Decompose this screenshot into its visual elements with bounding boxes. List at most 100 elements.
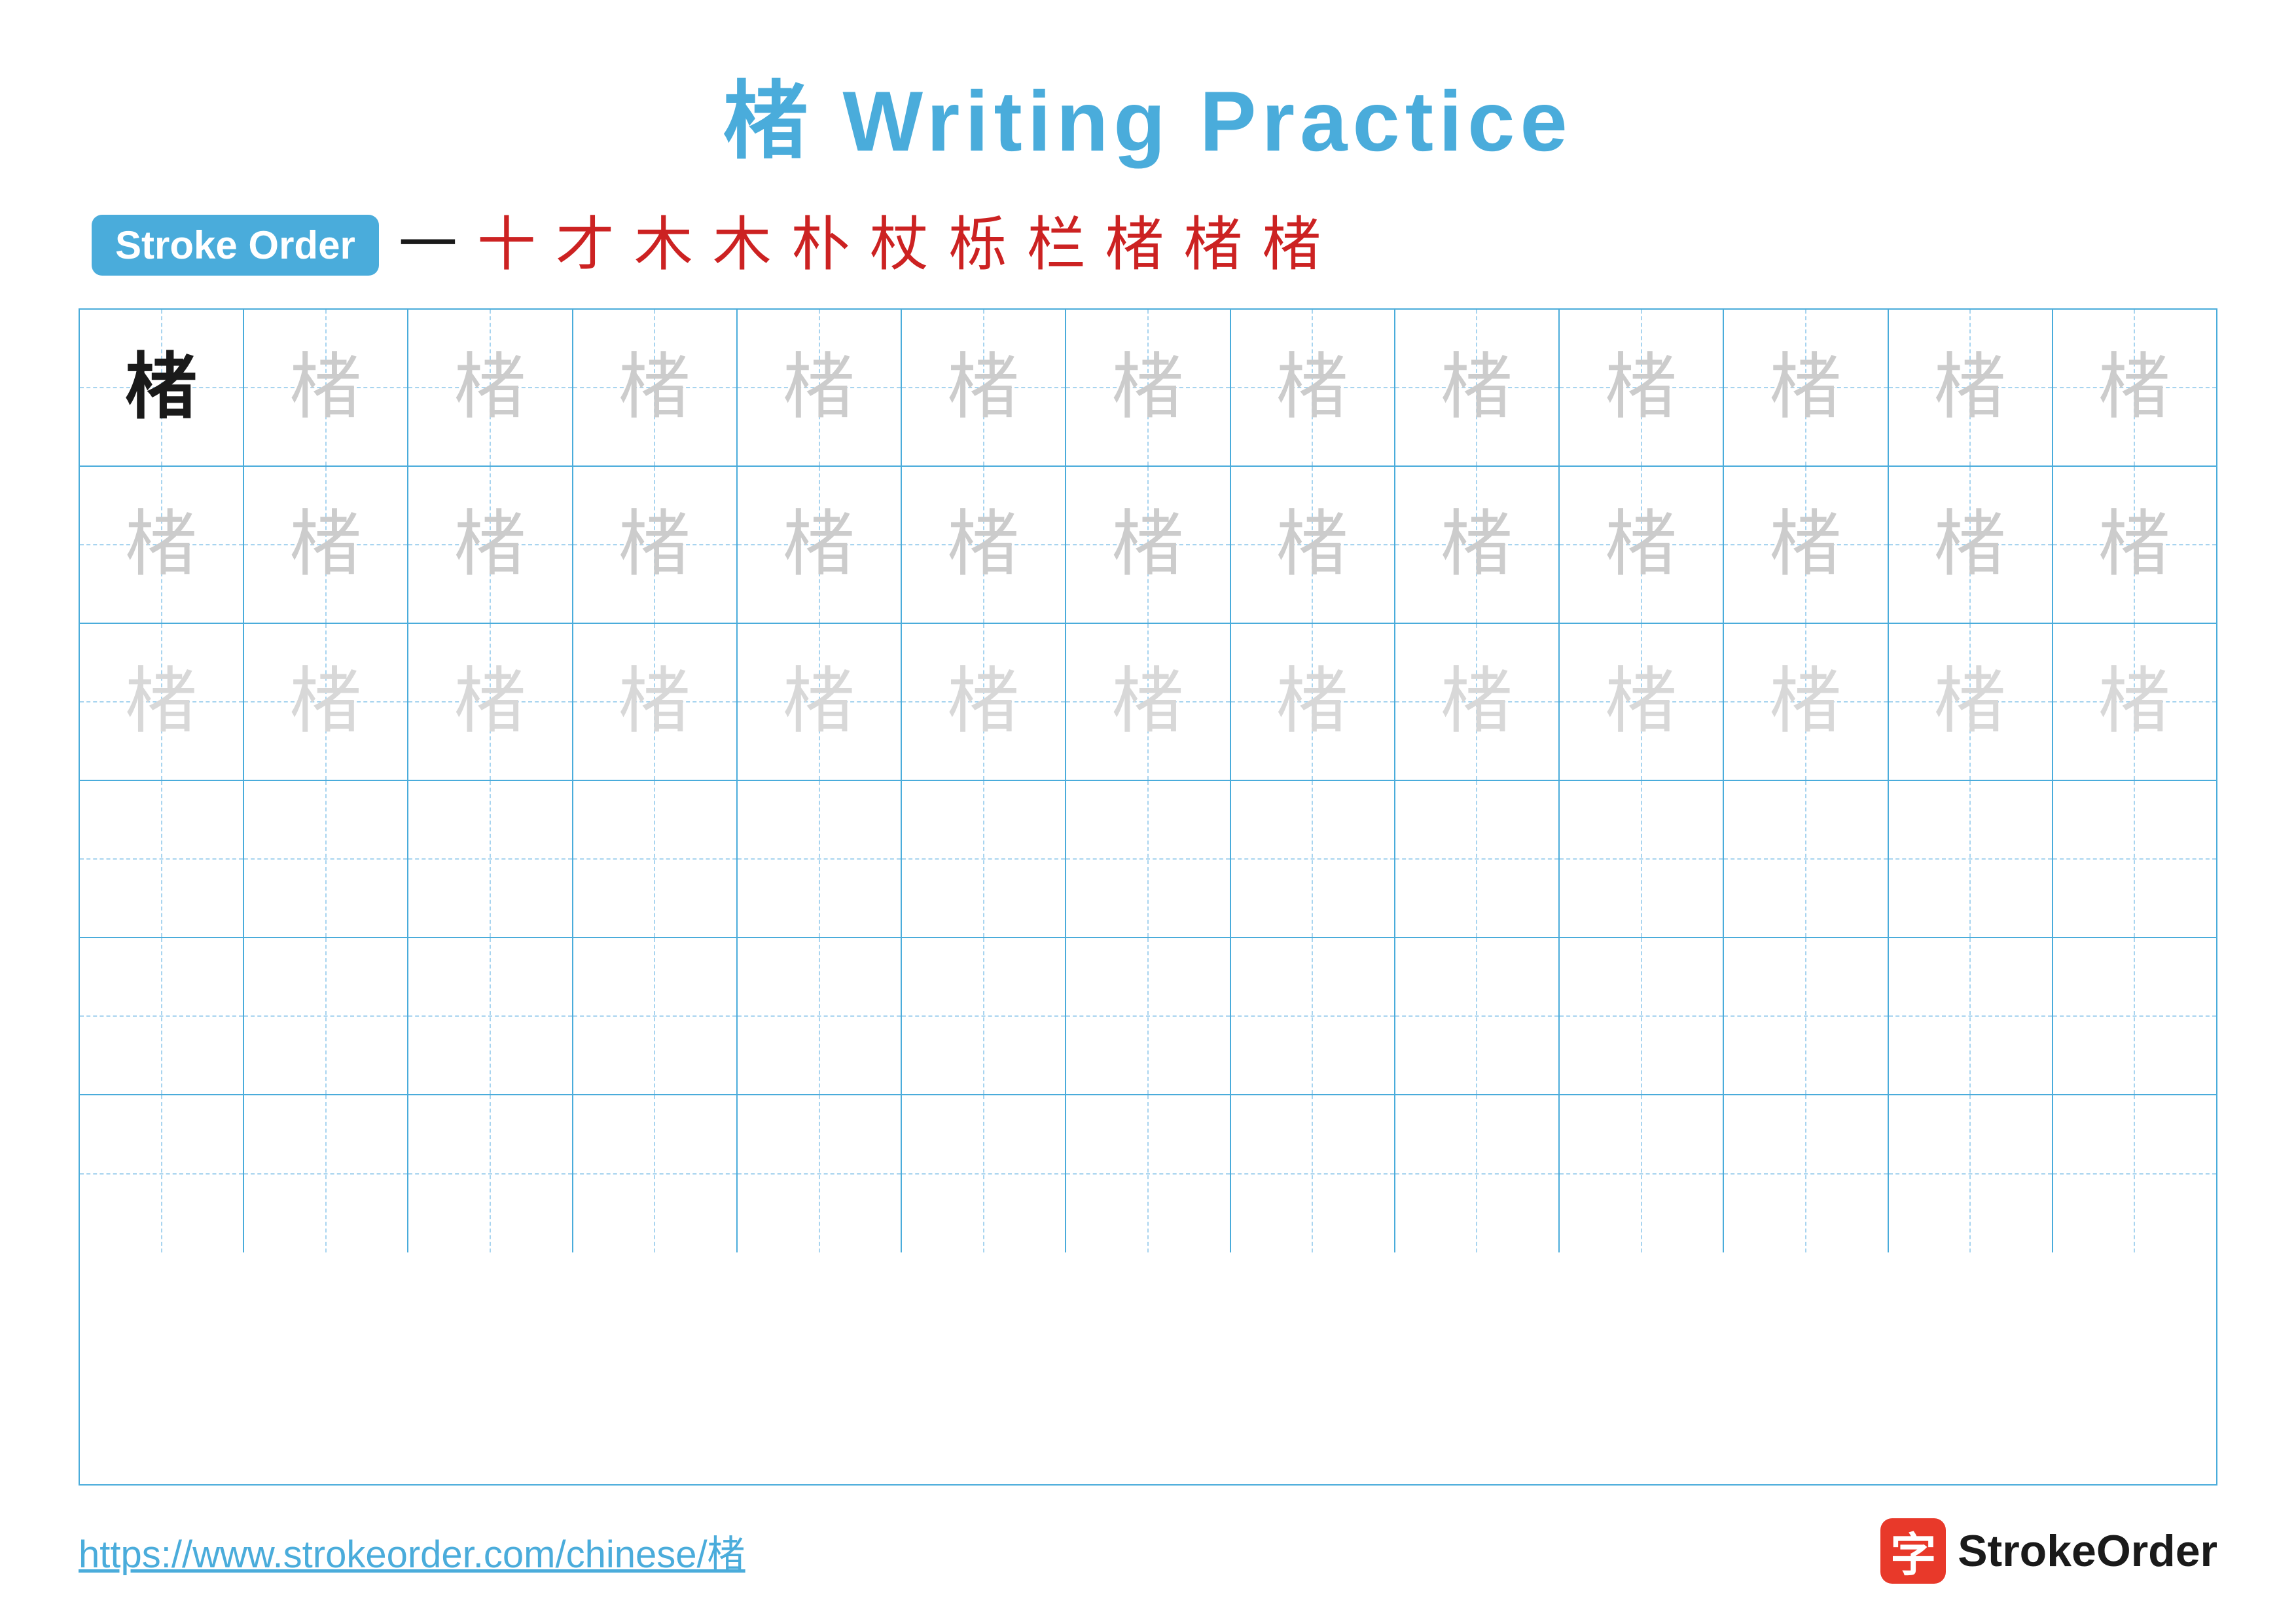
char-light: 楮 [2053,310,2216,465]
grid-cell-r2-c12[interactable]: 楮 [1889,467,2053,623]
grid-cell-r3-c8[interactable]: 楮 [1231,624,1395,780]
grid-cell-r2-c8[interactable]: 楮 [1231,467,1395,623]
grid-cell-r2-c4[interactable]: 楮 [573,467,738,623]
page-container: 楮 Writing Practice Stroke Order 一 十 才 木 … [0,0,2296,1623]
grid-cell-r2-c6[interactable]: 楮 [902,467,1066,623]
grid-cell-r5-c2[interactable] [244,938,408,1094]
grid-cell-r4-c1[interactable] [80,781,244,937]
grid-cell-r6-c2[interactable] [244,1095,408,1252]
grid-cell-r2-c9[interactable]: 楮 [1395,467,1560,623]
grid-cell-r2-c7[interactable]: 楮 [1066,467,1230,623]
grid-cell-r1-c5[interactable]: 楮 [738,310,902,465]
char-light: 楮 [573,467,736,623]
grid-cell-r5-c6[interactable] [902,938,1066,1094]
stroke-step-3: 才 [556,216,615,275]
grid-cell-r4-c4[interactable] [573,781,738,937]
grid-cell-r4-c10[interactable] [1560,781,1724,937]
grid-cell-r5-c1[interactable] [80,938,244,1094]
grid-cell-r3-c13[interactable]: 楮 [2053,624,2216,780]
grid-cell-r3-c1[interactable]: 楮 [80,624,244,780]
grid-cell-r5-c3[interactable] [408,938,573,1094]
grid-cell-r5-c8[interactable] [1231,938,1395,1094]
grid-cell-r3-c10[interactable]: 楮 [1560,624,1724,780]
grid-cell-r1-c4[interactable]: 楮 [573,310,738,465]
char-light: 楮 [1889,310,2052,465]
grid-cell-r6-c7[interactable] [1066,1095,1230,1252]
grid-cell-r3-c11[interactable]: 楮 [1724,624,1888,780]
grid-cell-r2-c11[interactable]: 楮 [1724,467,1888,623]
grid-cell-r1-c6[interactable]: 楮 [902,310,1066,465]
grid-cell-r6-c12[interactable] [1889,1095,2053,1252]
grid-cell-r3-c3[interactable]: 楮 [408,624,573,780]
grid-cell-r5-c12[interactable] [1889,938,2053,1094]
grid-cell-r6-c6[interactable] [902,1095,1066,1252]
grid-cell-r3-c4[interactable]: 楮 [573,624,738,780]
grid-cell-r6-c10[interactable] [1560,1095,1724,1252]
grid-cell-r6-c11[interactable] [1724,1095,1888,1252]
grid-cell-r4-c9[interactable] [1395,781,1560,937]
grid-row-1: 楮 楮 楮 楮 楮 楮 楮 楮 楮 楮 楮 楮 楮 [80,310,2216,467]
grid-row-3: 楮 楮 楮 楮 楮 楮 楮 楮 楮 楮 楮 楮 楮 [80,624,2216,781]
grid-row-6 [80,1095,2216,1252]
stroke-order-badge: Stroke Order [92,215,379,276]
grid-cell-r2-c10[interactable]: 楮 [1560,467,1724,623]
footer-url[interactable]: https://www.strokeorder.com/chinese/楮 [79,1523,745,1578]
grid-cell-r1-c3[interactable]: 楮 [408,310,573,465]
stroke-step-11: 楮 [1184,216,1243,275]
grid-cell-r6-c4[interactable] [573,1095,738,1252]
grid-cell-r5-c7[interactable] [1066,938,1230,1094]
grid-cell-r3-c9[interactable]: 楮 [1395,624,1560,780]
char-lighter: 楮 [244,624,407,780]
grid-cell-r4-c8[interactable] [1231,781,1395,937]
grid-cell-r2-c5[interactable]: 楮 [738,467,902,623]
grid-cell-r3-c12[interactable]: 楮 [1889,624,2053,780]
grid-cell-r4-c6[interactable] [902,781,1066,937]
grid-cell-r6-c8[interactable] [1231,1095,1395,1252]
grid-cell-r1-c1[interactable]: 楮 [80,310,244,465]
grid-cell-r4-c11[interactable] [1724,781,1888,937]
grid-cell-r4-c12[interactable] [1889,781,2053,937]
grid-cell-r3-c2[interactable]: 楮 [244,624,408,780]
grid-cell-r2-c2[interactable]: 楮 [244,467,408,623]
grid-cell-r1-c10[interactable]: 楮 [1560,310,1724,465]
grid-cell-r4-c3[interactable] [408,781,573,937]
grid-cell-r3-c6[interactable]: 楮 [902,624,1066,780]
grid-cell-r4-c7[interactable] [1066,781,1230,937]
grid-cell-r6-c13[interactable] [2053,1095,2216,1252]
grid-cell-r4-c2[interactable] [244,781,408,937]
char-light: 楮 [1560,467,1723,623]
grid-cell-r6-c3[interactable] [408,1095,573,1252]
grid-cell-r5-c4[interactable] [573,938,738,1094]
grid-cell-r5-c9[interactable] [1395,938,1560,1094]
grid-cell-r1-c7[interactable]: 楮 [1066,310,1230,465]
grid-cell-r5-c11[interactable] [1724,938,1888,1094]
grid-cell-r3-c7[interactable]: 楮 [1066,624,1230,780]
grid-cell-r6-c5[interactable] [738,1095,902,1252]
grid-cell-r5-c13[interactable] [2053,938,2216,1094]
grid-cell-r6-c9[interactable] [1395,1095,1560,1252]
grid-cell-r3-c5[interactable]: 楮 [738,624,902,780]
grid-cell-r5-c5[interactable] [738,938,902,1094]
char-lighter: 楮 [1066,624,1229,780]
grid-cell-r1-c13[interactable]: 楮 [2053,310,2216,465]
grid-cell-r1-c12[interactable]: 楮 [1889,310,2053,465]
grid-cell-r1-c11[interactable]: 楮 [1724,310,1888,465]
grid-cell-r2-c1[interactable]: 楮 [80,467,244,623]
grid-cell-r2-c3[interactable]: 楮 [408,467,573,623]
practice-grid[interactable]: 楮 楮 楮 楮 楮 楮 楮 楮 楮 楮 楮 楮 楮 楮 楮 楮 楮 楮 楮 楮 … [79,308,2217,1486]
char-light: 楮 [1395,310,1558,465]
char-light: 楮 [1066,310,1229,465]
char-lighter: 楮 [738,624,901,780]
char-lighter: 楮 [1231,624,1394,780]
grid-cell-r6-c1[interactable] [80,1095,244,1252]
grid-cell-r1-c2[interactable]: 楮 [244,310,408,465]
grid-cell-r2-c13[interactable]: 楮 [2053,467,2216,623]
grid-cell-r4-c5[interactable] [738,781,902,937]
grid-cell-r5-c10[interactable] [1560,938,1724,1094]
brand-name: StrokeOrder [1958,1525,2217,1577]
grid-cell-r1-c9[interactable]: 楮 [1395,310,1560,465]
grid-cell-r4-c13[interactable] [2053,781,2216,937]
char-lighter: 楮 [2053,624,2216,780]
char-light: 楮 [408,467,571,623]
grid-cell-r1-c8[interactable]: 楮 [1231,310,1395,465]
